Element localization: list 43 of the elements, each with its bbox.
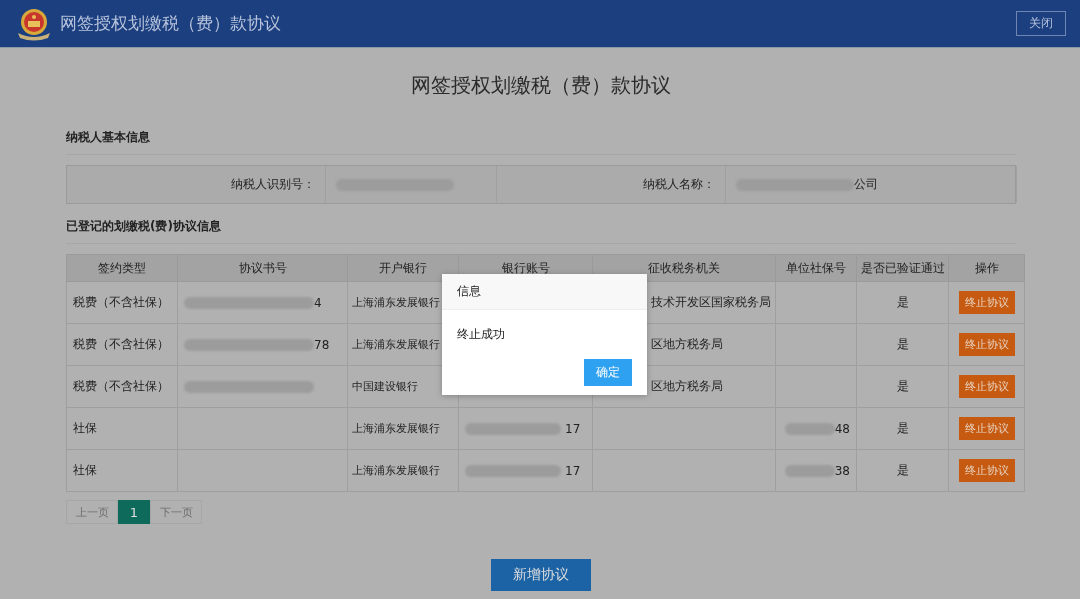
terminate-button[interactable]: 终止协议 [958,417,1015,440]
table-cell: 是 [856,323,949,366]
table-cell: 是 [856,407,949,450]
table-cell: 78 [177,323,348,366]
table-cell: 是 [856,281,949,324]
terminate-button[interactable]: 终止协议 [958,375,1015,398]
table-cell: 税费（不含社保） [66,281,178,324]
close-button[interactable]: 关闭 [1016,11,1066,36]
confirm-button[interactable]: 确定 [584,359,632,386]
field-label: 纳税人识别号： [230,176,316,193]
field-label: 纳税人名称： [642,176,716,193]
column-header: 单位社保号 [775,254,857,282]
page-button[interactable]: 1 [118,500,150,524]
column-header: 协议书号 [177,254,348,282]
table-cell: 社保 [66,449,178,492]
field-value: 公司 [725,166,1017,203]
add-agreement-button[interactable]: 新增协议 [491,559,591,591]
column-header: 操作 [948,254,1025,282]
table-cell: 是 [856,449,949,492]
column-header: 征收税务机关 [592,254,776,282]
section-heading: 已登记的划缴税(费)协议信息 [66,218,1016,244]
column-header: 签约类型 [66,254,178,282]
section-heading: 纳税人基本信息 [66,129,1016,155]
column-header: 是否已验证通过 [856,254,949,282]
header-title: 网签授权划缴税（费）款协议 [60,12,281,35]
table-cell: 上海浦东发展银行 [347,449,459,492]
table-cell: 上海浦东发展银行 [347,407,459,450]
table-cell: 税费（不含社保） [66,365,178,408]
terminate-button[interactable]: 终止协议 [958,459,1015,482]
table-cell: 社保 [66,407,178,450]
table-cell: 税费（不含社保） [66,323,178,366]
table-cell: 4 [177,281,348,324]
table-cell: 17 [458,407,593,450]
table-cell: 17 [458,449,593,492]
page-title: 网签授权划缴税（费）款协议 [410,72,672,99]
terminate-button[interactable]: 终止协议 [958,291,1015,314]
table-cell: 38 [775,449,857,492]
column-header: 开户银行 [347,254,459,282]
table-cell: 是 [856,365,949,408]
dialog-message: 终止成功 [456,326,506,343]
terminate-button[interactable]: 终止协议 [958,333,1015,356]
table-cell: 48 [775,407,857,450]
dialog-title: 信息 [442,274,647,310]
